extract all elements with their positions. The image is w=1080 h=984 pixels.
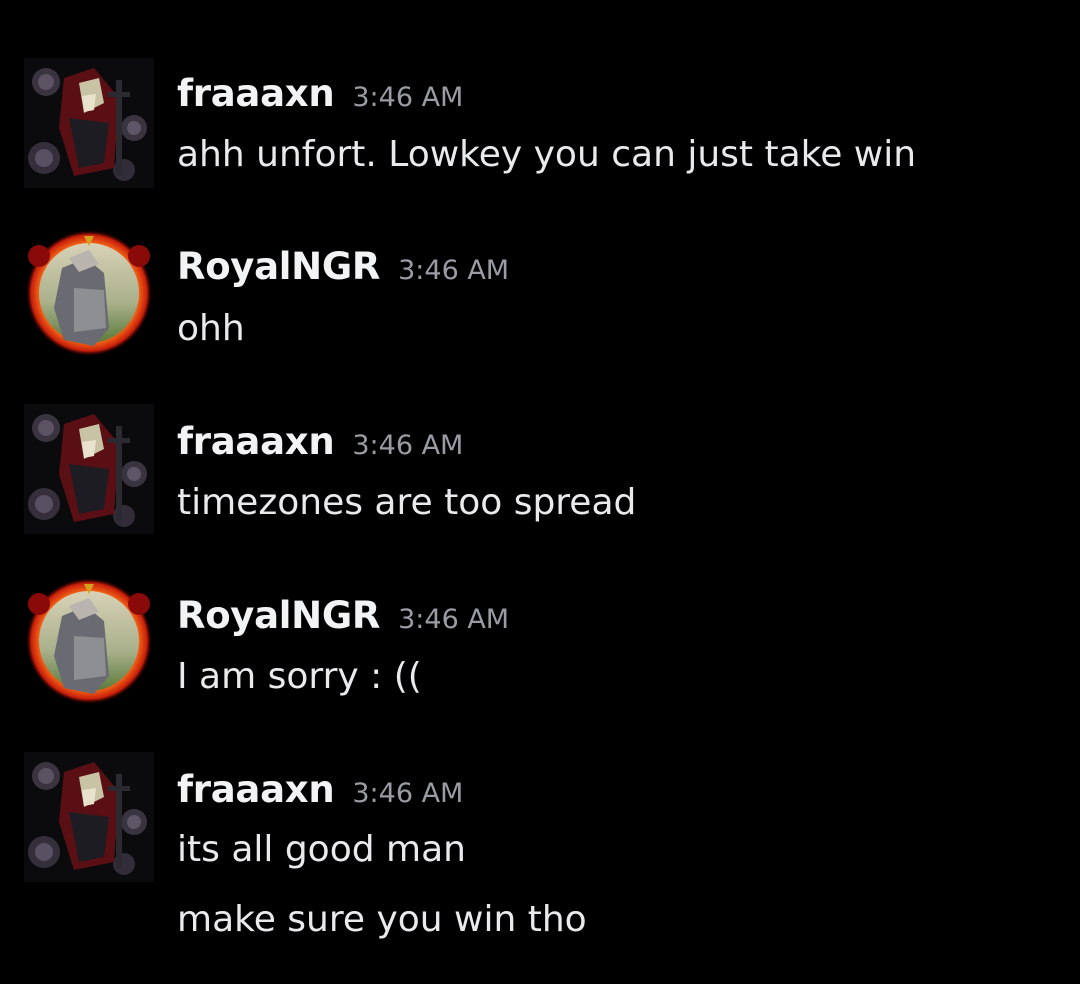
user-avatar[interactable] (24, 58, 154, 188)
message-header: RoyalNGR 3:46 AM (177, 245, 509, 295)
timestamp: 3:46 AM (352, 430, 464, 461)
chat-message-list: fraaaxn 3:46 AM ahh unfort. Lowkey you ca… (0, 0, 1080, 984)
user-avatar[interactable] (24, 752, 154, 882)
message-text: make sure you win tho (177, 899, 587, 940)
message-header: fraaaxn 3:46 AM (177, 420, 463, 470)
message-text: ahh unfort. Lowkey you can just take win (177, 134, 917, 175)
user-avatar[interactable] (24, 576, 154, 706)
user-avatar[interactable] (24, 404, 154, 534)
username[interactable]: RoyalNGR (177, 594, 380, 637)
message-text: its all good man (177, 829, 466, 870)
dark-roses-knight-avatar-icon (24, 752, 154, 882)
message-header: fraaaxn 3:46 AM (177, 768, 463, 818)
timestamp: 3:46 AM (352, 778, 464, 809)
message-header: fraaaxn 3:46 AM (177, 72, 463, 122)
fire-ring-warrior-avatar-icon (24, 576, 154, 706)
dark-roses-knight-avatar-icon (24, 404, 154, 534)
fire-ring-warrior-avatar-icon (24, 228, 154, 358)
timestamp: 3:46 AM (398, 255, 510, 286)
username[interactable]: fraaaxn (177, 768, 335, 811)
username[interactable]: RoyalNGR (177, 245, 380, 288)
message-text: I am sorry : (( (177, 656, 422, 697)
timestamp: 3:46 AM (352, 82, 464, 113)
message-text: timezones are too spread (177, 482, 637, 523)
username[interactable]: fraaaxn (177, 72, 335, 115)
timestamp: 3:46 AM (398, 604, 510, 635)
user-avatar[interactable] (24, 228, 154, 358)
dark-roses-knight-avatar-icon (24, 58, 154, 188)
message-text: ohh (177, 308, 245, 349)
username[interactable]: fraaaxn (177, 420, 335, 463)
message-header: RoyalNGR 3:46 AM (177, 594, 509, 644)
